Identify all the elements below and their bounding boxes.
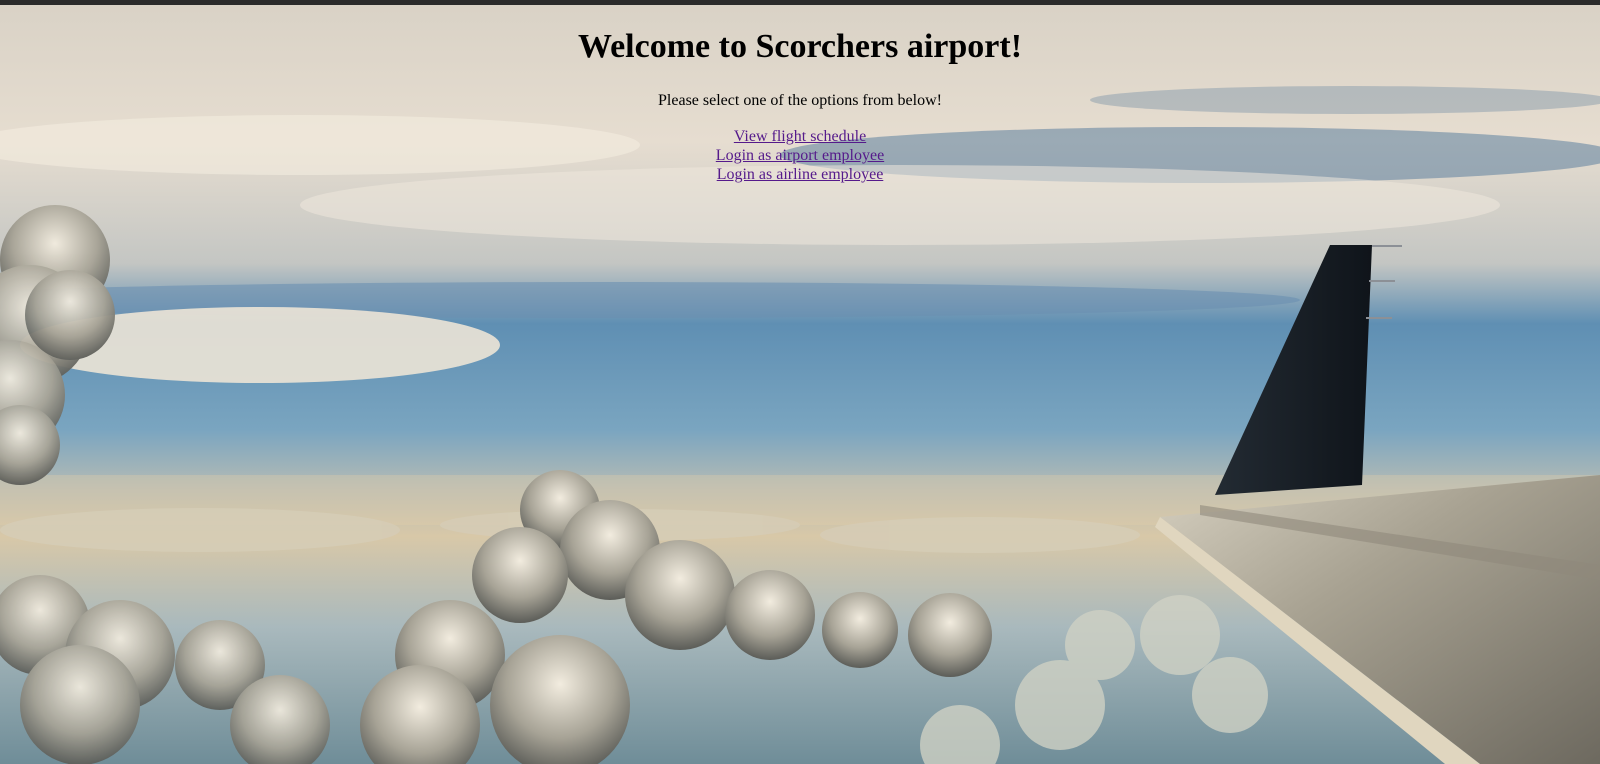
page: Welcome to Scorchers airport! Please sel…: [0, 0, 1600, 764]
view-flight-schedule-link[interactable]: View flight schedule: [734, 127, 866, 146]
login-airline-employee-link[interactable]: Login as airline employee: [717, 165, 884, 184]
main-content: Welcome to Scorchers airport! Please sel…: [0, 5, 1600, 184]
login-airport-employee-link[interactable]: Login as airport employee: [716, 146, 884, 165]
page-subtitle: Please select one of the options from be…: [658, 92, 942, 109]
page-title: Welcome to Scorchers airport!: [577, 28, 1023, 65]
options-list: View flight schedule Login as airport em…: [0, 127, 1600, 184]
browser-top-bar: [0, 0, 1600, 5]
